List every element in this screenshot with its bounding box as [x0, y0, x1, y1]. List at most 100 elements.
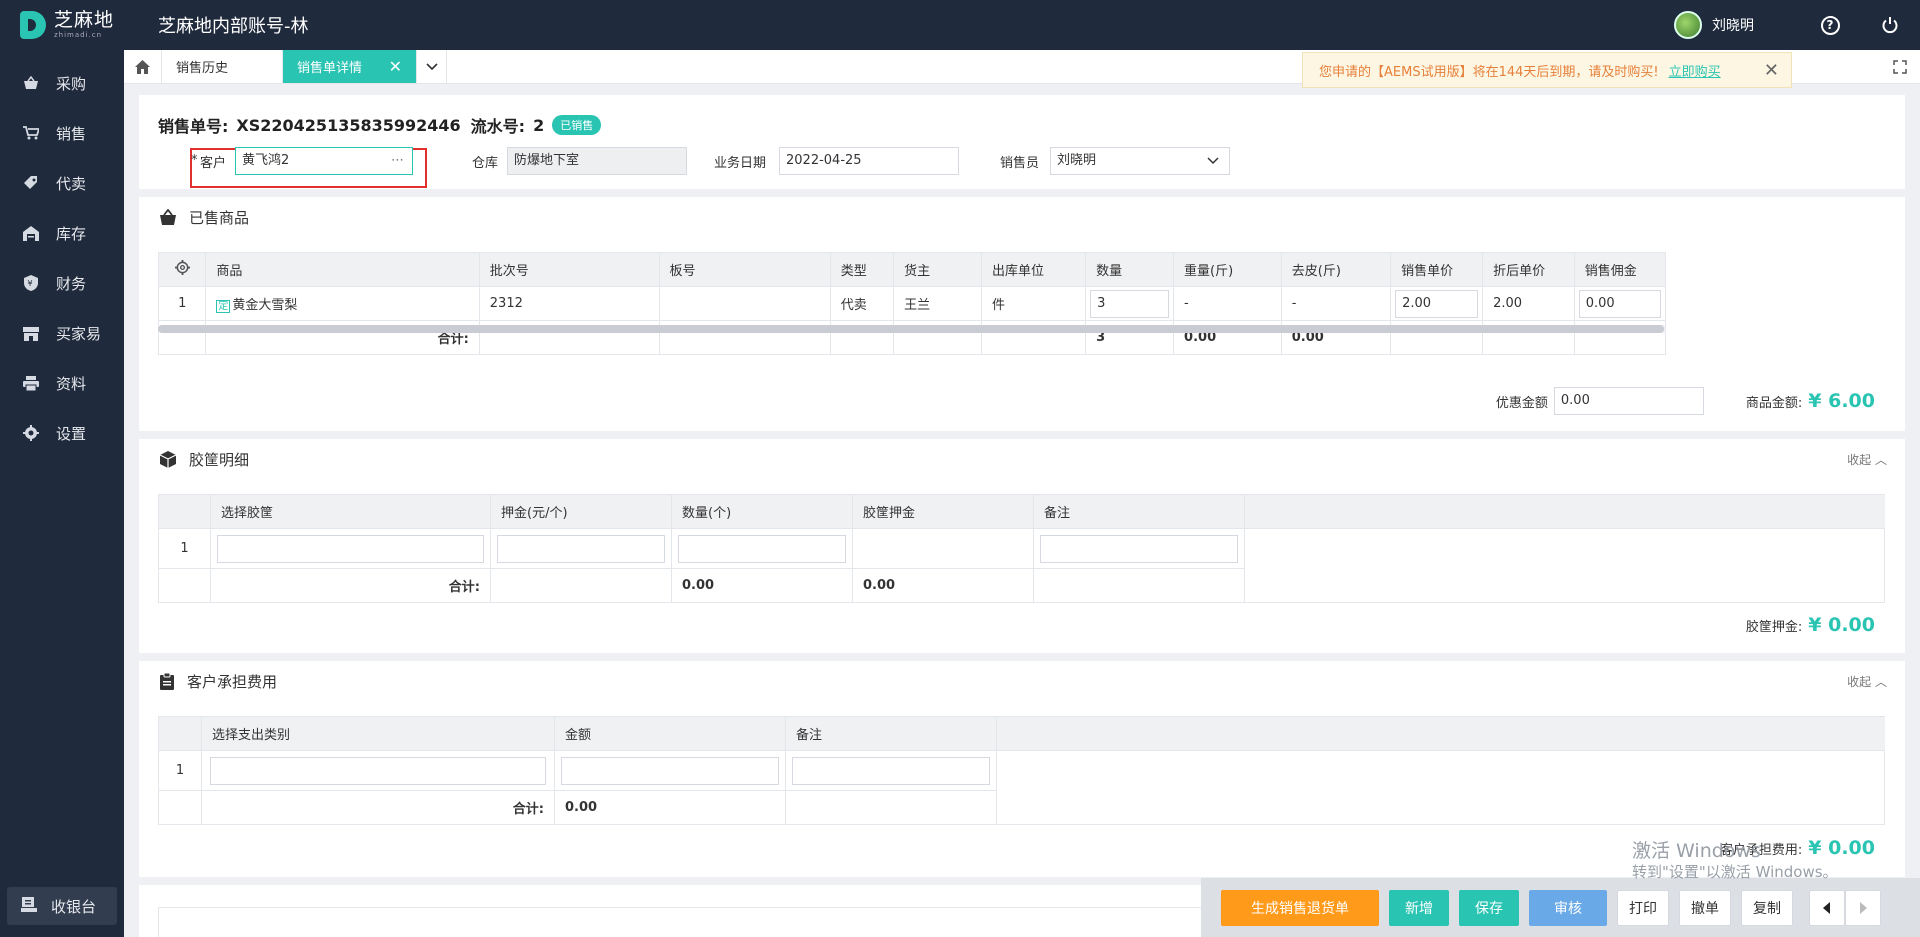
- date-value: 2022-04-25: [786, 153, 862, 168]
- column-header: 板号: [658, 252, 831, 287]
- section-title: 胶筐明细: [189, 450, 250, 469]
- logout-button[interactable]: [1860, 0, 1920, 50]
- date-input[interactable]: 2022-04-25: [779, 147, 959, 175]
- crate-qty-cell: [671, 528, 853, 569]
- horizontal-scrollbar[interactable]: [158, 325, 1664, 333]
- next-button[interactable]: [1845, 889, 1881, 926]
- sidebar: 采购 销售 代卖 库存 ¥ 财务 买家易 资料 设置 收银台: [0, 50, 124, 937]
- help-button[interactable]: ?: [1800, 0, 1860, 50]
- tabs-dropdown[interactable]: [417, 50, 447, 83]
- cashier-button[interactable]: 收银台: [7, 887, 117, 925]
- sum-crate-qty: 0.00: [671, 568, 853, 603]
- order-info: 销售单号: XS220425135835992446 流水号: 2 已销售: [158, 113, 602, 137]
- commission-cell: 0.00: [1573, 286, 1667, 321]
- sidebar-item-data[interactable]: 资料: [0, 358, 124, 408]
- user-name: 刘晓明: [1712, 18, 1754, 34]
- sidebar-item-sales[interactable]: 销售: [0, 108, 124, 158]
- windows-watermark: 激活 Windows 转到"设置"以激活 Windows。: [1632, 840, 1838, 881]
- help-icon: ?: [1820, 15, 1840, 35]
- watermark-line1: 激活 Windows: [1632, 840, 1761, 862]
- sidebar-item-settings[interactable]: 设置: [0, 408, 124, 458]
- chevron-down-icon: [1207, 157, 1219, 165]
- date-label: 业务日期: [714, 156, 767, 171]
- sold-goods-card: 已售商品 商品 批次号 板号 类型 货主 出库单位 数量 重量(斤) 去皮(斤)…: [139, 197, 1905, 431]
- buy-now-link[interactable]: 立即购买: [1669, 61, 1721, 80]
- fee-note-cell: [785, 750, 997, 791]
- sidebar-item-finance[interactable]: ¥ 财务: [0, 258, 124, 308]
- column-header: 类型: [829, 252, 895, 287]
- sidebar-item-label: 财务: [56, 274, 87, 293]
- sidebar-item-purchase[interactable]: 采购: [0, 58, 124, 108]
- more-icon[interactable]: ⋯: [391, 148, 404, 174]
- crate-select-input[interactable]: [217, 534, 484, 563]
- fees-table: 选择支出类别 金额 备注 1 合计: 0.00: [158, 716, 1885, 825]
- salesman-select[interactable]: 刘晓明: [1050, 147, 1230, 175]
- column-header-spacer: [996, 716, 1885, 751]
- copy-button[interactable]: 复制: [1741, 889, 1793, 926]
- generate-return-button[interactable]: 生成销售退货单: [1221, 889, 1379, 926]
- goods-amount-line: 优惠金额 0.00 商品金额: ¥ 6.00: [1496, 387, 1875, 415]
- column-header: 销售单价: [1390, 252, 1484, 287]
- discount-price-cell: 2.00: [1482, 286, 1575, 321]
- fee-amount-cell: [554, 750, 786, 791]
- notice-text: 您申请的【AEMS试用版】将在144天后到期，请及时购买!: [1319, 64, 1659, 80]
- revoke-button[interactable]: 撤单: [1679, 889, 1731, 926]
- serial-no: 2: [533, 115, 545, 135]
- logo[interactable]: 芝麻地 zhimadi.cn: [0, 0, 124, 50]
- crate-qty-input[interactable]: [678, 534, 846, 563]
- tab-sales-history[interactable]: 销售历史: [162, 50, 283, 83]
- collapse-button[interactable]: 收起 ︿: [1847, 673, 1887, 690]
- batch-cell: 2312: [478, 286, 660, 321]
- crates-table: 选择胶筐 押金(元/个) 数量(个) 胶筐押金 备注 1 合计: 0.00 0.…: [158, 494, 1885, 603]
- sidebar-item-buyer[interactable]: 买家易: [0, 308, 124, 358]
- serial-label: 流水号:: [470, 117, 526, 136]
- audit-button[interactable]: 审核: [1529, 889, 1607, 926]
- close-icon[interactable]: ✕: [389, 57, 402, 76]
- customer-input[interactable]: 黄飞鸿2 ⋯: [235, 147, 413, 175]
- save-button[interactable]: 保存: [1459, 889, 1519, 926]
- trial-notice: 您申请的【AEMS试用版】将在144天后到期，请及时购买! 立即购买 ✕: [1302, 52, 1792, 88]
- collapse-button[interactable]: 收起 ︿: [1847, 451, 1887, 468]
- home-tab[interactable]: [124, 50, 162, 83]
- new-button[interactable]: 新增: [1389, 889, 1449, 926]
- user-menu[interactable]: 刘晓明: [1674, 11, 1754, 39]
- fee-type-input[interactable]: [210, 756, 546, 785]
- tab-sales-detail[interactable]: 销售单详情 ✕: [283, 50, 417, 83]
- deposit-cell: [490, 528, 672, 569]
- price-cell: 2.00: [1390, 286, 1484, 321]
- column-header: 数量(个): [671, 494, 853, 529]
- fee-amount-input[interactable]: [561, 756, 779, 785]
- horizontal-scrollbar-track: [158, 325, 1666, 333]
- discount-input[interactable]: 0.00: [1553, 387, 1704, 415]
- crates-header: 胶筐明细 收起 ︿: [139, 439, 1905, 479]
- prev-button[interactable]: [1809, 889, 1845, 926]
- sidebar-item-label: 采购: [56, 74, 87, 93]
- basket-icon: [160, 209, 176, 225]
- cashier-label: 收银台: [51, 897, 97, 916]
- crate-note-input[interactable]: [1040, 534, 1238, 563]
- price-input[interactable]: 2.00: [1395, 289, 1479, 318]
- product-name: 黄金大雪梨: [232, 298, 298, 313]
- commission-input[interactable]: 0.00: [1578, 289, 1661, 318]
- customer-value: 黄飞鸿2: [242, 153, 290, 168]
- close-icon[interactable]: ✕: [1764, 60, 1779, 81]
- fullscreen-button[interactable]: [1880, 50, 1920, 83]
- column-header-index: [158, 494, 211, 529]
- sum-label: 合计:: [210, 568, 491, 603]
- sidebar-item-consign[interactable]: 代卖: [0, 158, 124, 208]
- customer-label: 客户: [200, 156, 227, 171]
- sidebar-item-inventory[interactable]: 库存: [0, 208, 124, 258]
- column-header: 数量: [1085, 252, 1175, 287]
- sidebar-item-label: 库存: [56, 224, 87, 243]
- column-settings[interactable]: [157, 252, 207, 287]
- qty-input[interactable]: 3: [1090, 289, 1170, 318]
- logo-mark-icon: [20, 11, 46, 39]
- table-row: 1: [158, 528, 1885, 603]
- print-button[interactable]: 打印: [1617, 889, 1669, 926]
- fee-note-input[interactable]: [792, 756, 990, 785]
- deposit-input[interactable]: [497, 534, 665, 563]
- printer-icon: [22, 375, 40, 391]
- section-title: 客户承担费用: [187, 672, 278, 691]
- chevron-down-icon: [425, 62, 438, 70]
- basket-icon: [22, 75, 40, 91]
